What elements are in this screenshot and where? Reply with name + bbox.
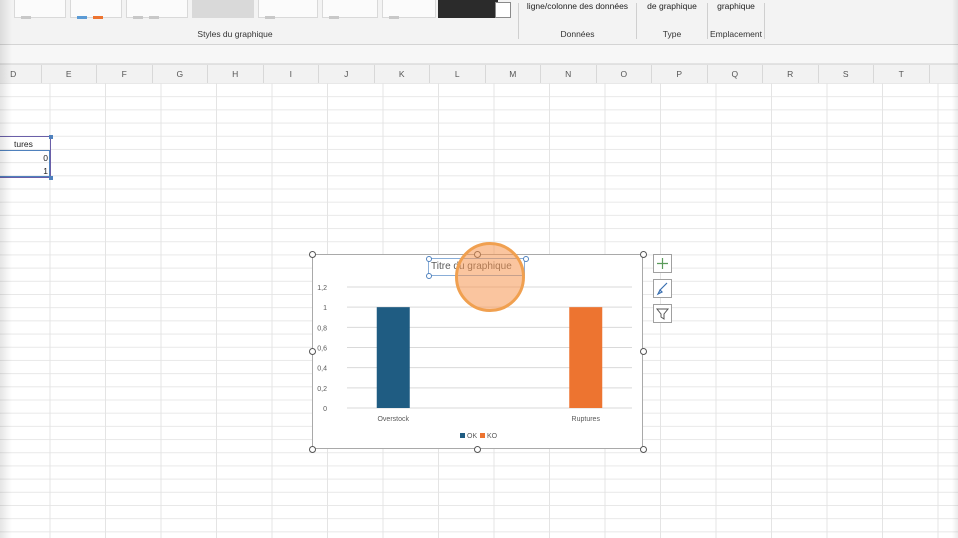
title-handle[interactable] bbox=[426, 256, 432, 262]
column-header-s[interactable]: S bbox=[819, 65, 874, 83]
group-label-data: Données bbox=[560, 29, 595, 39]
chart-resize-handle[interactable] bbox=[640, 446, 647, 453]
cell-value[interactable]: 0 bbox=[38, 152, 48, 165]
chart-elements-button[interactable] bbox=[653, 254, 672, 273]
chart-resize-handle[interactable] bbox=[309, 348, 316, 355]
column-header-h[interactable]: H bbox=[208, 65, 264, 83]
chart-style-thumb[interactable] bbox=[322, 0, 378, 19]
switch-row-column-button[interactable]: ligne/colonne des données bbox=[520, 1, 635, 11]
gallery-more-button[interactable] bbox=[495, 2, 511, 18]
column-header-q[interactable]: Q bbox=[708, 65, 763, 83]
plus-icon bbox=[657, 258, 668, 269]
column-header-row: DEFGHIJKLMNOPQRST bbox=[0, 64, 958, 84]
chart-style-thumb[interactable] bbox=[126, 0, 188, 19]
chart-style-gallery[interactable] bbox=[14, 0, 504, 20]
column-header-k[interactable]: K bbox=[375, 65, 430, 83]
chart-style-thumb[interactable] bbox=[70, 0, 122, 19]
cell-header-ruptures[interactable]: tures bbox=[14, 138, 33, 151]
column-header-p[interactable]: P bbox=[652, 65, 708, 83]
y-tick-label: 1 bbox=[323, 305, 327, 312]
change-chart-type-button[interactable]: de graphique bbox=[637, 1, 707, 11]
title-handle[interactable] bbox=[426, 273, 432, 279]
bar-ko bbox=[569, 307, 603, 408]
group-separator bbox=[764, 3, 765, 39]
y-tick-label: 0,2 bbox=[317, 386, 327, 393]
bar-ok bbox=[376, 307, 410, 408]
group-separator bbox=[518, 3, 519, 39]
chart-style-thumb[interactable] bbox=[192, 0, 254, 18]
title-handle[interactable] bbox=[523, 256, 529, 262]
column-header-t[interactable]: T bbox=[874, 65, 930, 83]
column-header-e[interactable]: E bbox=[42, 65, 97, 83]
move-chart-button[interactable]: graphique bbox=[708, 1, 764, 11]
formula-bar-area bbox=[0, 45, 958, 64]
chart-resize-handle[interactable] bbox=[640, 348, 647, 355]
group-label-styles: Styles du graphique bbox=[197, 29, 273, 39]
column-header-o[interactable]: O bbox=[597, 65, 652, 83]
group-label-type: Type bbox=[662, 29, 682, 39]
y-tick-label: 0,6 bbox=[317, 346, 327, 353]
group-label-location: Emplacement bbox=[710, 29, 762, 39]
y-tick-label: 0,8 bbox=[317, 325, 327, 332]
column-header-l[interactable]: L bbox=[430, 65, 486, 83]
chart-filters-button[interactable] bbox=[653, 304, 672, 323]
chart-style-thumb[interactable] bbox=[258, 0, 318, 19]
column-header-j[interactable]: J bbox=[319, 65, 375, 83]
window-shadow bbox=[0, 0, 12, 538]
legend-swatch bbox=[480, 433, 485, 438]
x-tick-label: Ruptures bbox=[572, 416, 601, 423]
column-header-r[interactable]: R bbox=[763, 65, 819, 83]
legend-swatch bbox=[460, 433, 465, 438]
legend-label: KO bbox=[487, 433, 498, 440]
chart-styles-button[interactable] bbox=[653, 279, 672, 298]
column-header-f[interactable]: F bbox=[97, 65, 153, 83]
range-handle[interactable] bbox=[49, 176, 53, 180]
brush-icon bbox=[656, 282, 668, 296]
column-header-g[interactable]: G bbox=[153, 65, 208, 83]
chart-design-ribbon: Styles du graphique ligne/colonne des do… bbox=[0, 0, 958, 45]
chart-resize-handle[interactable] bbox=[640, 251, 647, 258]
chart-resize-handle[interactable] bbox=[309, 446, 316, 453]
chart-style-thumb[interactable] bbox=[438, 0, 498, 18]
x-tick-label: Overstock bbox=[377, 416, 409, 423]
column-header-i[interactable]: I bbox=[264, 65, 319, 83]
y-tick-label: 0 bbox=[323, 406, 327, 413]
chart-style-thumb[interactable] bbox=[382, 0, 436, 19]
y-tick-label: 1,2 bbox=[317, 285, 327, 292]
window-shadow bbox=[952, 0, 958, 538]
chart-resize-handle[interactable] bbox=[474, 446, 481, 453]
filter-icon bbox=[655, 308, 670, 320]
click-cursor-highlight bbox=[455, 242, 525, 312]
legend-label: OK bbox=[467, 433, 477, 440]
column-header-n[interactable]: N bbox=[541, 65, 597, 83]
range-handle[interactable] bbox=[49, 135, 53, 139]
cell-value[interactable]: 1 bbox=[38, 165, 48, 178]
y-tick-label: 0,4 bbox=[317, 366, 327, 373]
chart-style-thumb[interactable] bbox=[14, 0, 66, 19]
chart-resize-handle[interactable] bbox=[309, 251, 316, 258]
column-header-m[interactable]: M bbox=[486, 65, 541, 83]
